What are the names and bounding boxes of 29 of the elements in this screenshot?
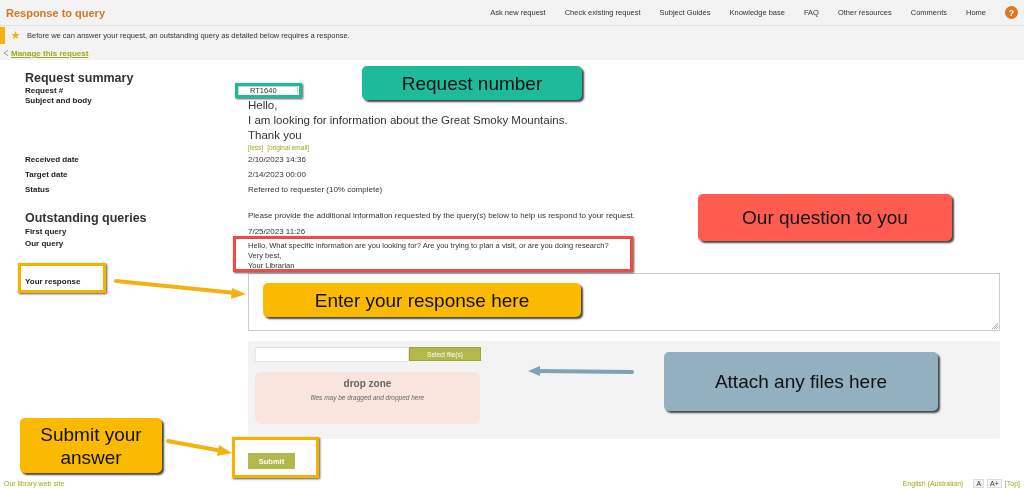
instruction-text: Please provide the additional information requested by the query(s) below to help us respond to your request. xyxy=(248,211,635,222)
field-value: 2/10/2023 14:36 xyxy=(248,155,306,164)
callout: Attach any files here xyxy=(664,352,938,411)
field-label: Request # xyxy=(25,85,65,96)
section-heading: Outstanding queries xyxy=(25,211,148,225)
message-line: Hello, xyxy=(248,98,279,113)
resize-grip-icon[interactable] xyxy=(992,323,998,329)
page-title: Response to query xyxy=(6,6,107,19)
callout: Request number xyxy=(362,66,582,100)
field-value: 2/14/2023 00:00 xyxy=(248,170,306,179)
callout: Enter your response here xyxy=(263,283,581,317)
field-label: Received date xyxy=(25,155,80,164)
callout: Submit your answer xyxy=(20,418,162,473)
field-label: Subject and body xyxy=(25,96,93,107)
notice-marker xyxy=(0,27,5,44)
field-value: Referred to requester (10% complete) xyxy=(248,185,383,194)
message-line: I am looking for information about the Great Smoky Mountains. xyxy=(248,113,568,128)
callout: Our question to you xyxy=(698,194,952,241)
star-icon xyxy=(11,31,20,40)
file-name-field[interactable] xyxy=(255,347,409,362)
field-label: Target date xyxy=(25,170,69,179)
field-label: First query xyxy=(25,227,68,236)
field-label: Your response xyxy=(25,276,82,288)
field-label: Our query xyxy=(25,239,65,250)
message-line: Thank you xyxy=(248,128,303,143)
section-heading: Request summary xyxy=(25,71,134,85)
field-value: 7/25/2023 11:26 xyxy=(248,227,306,236)
field-label: Status xyxy=(25,185,51,194)
drop-zone-title: drop zone xyxy=(343,378,392,389)
